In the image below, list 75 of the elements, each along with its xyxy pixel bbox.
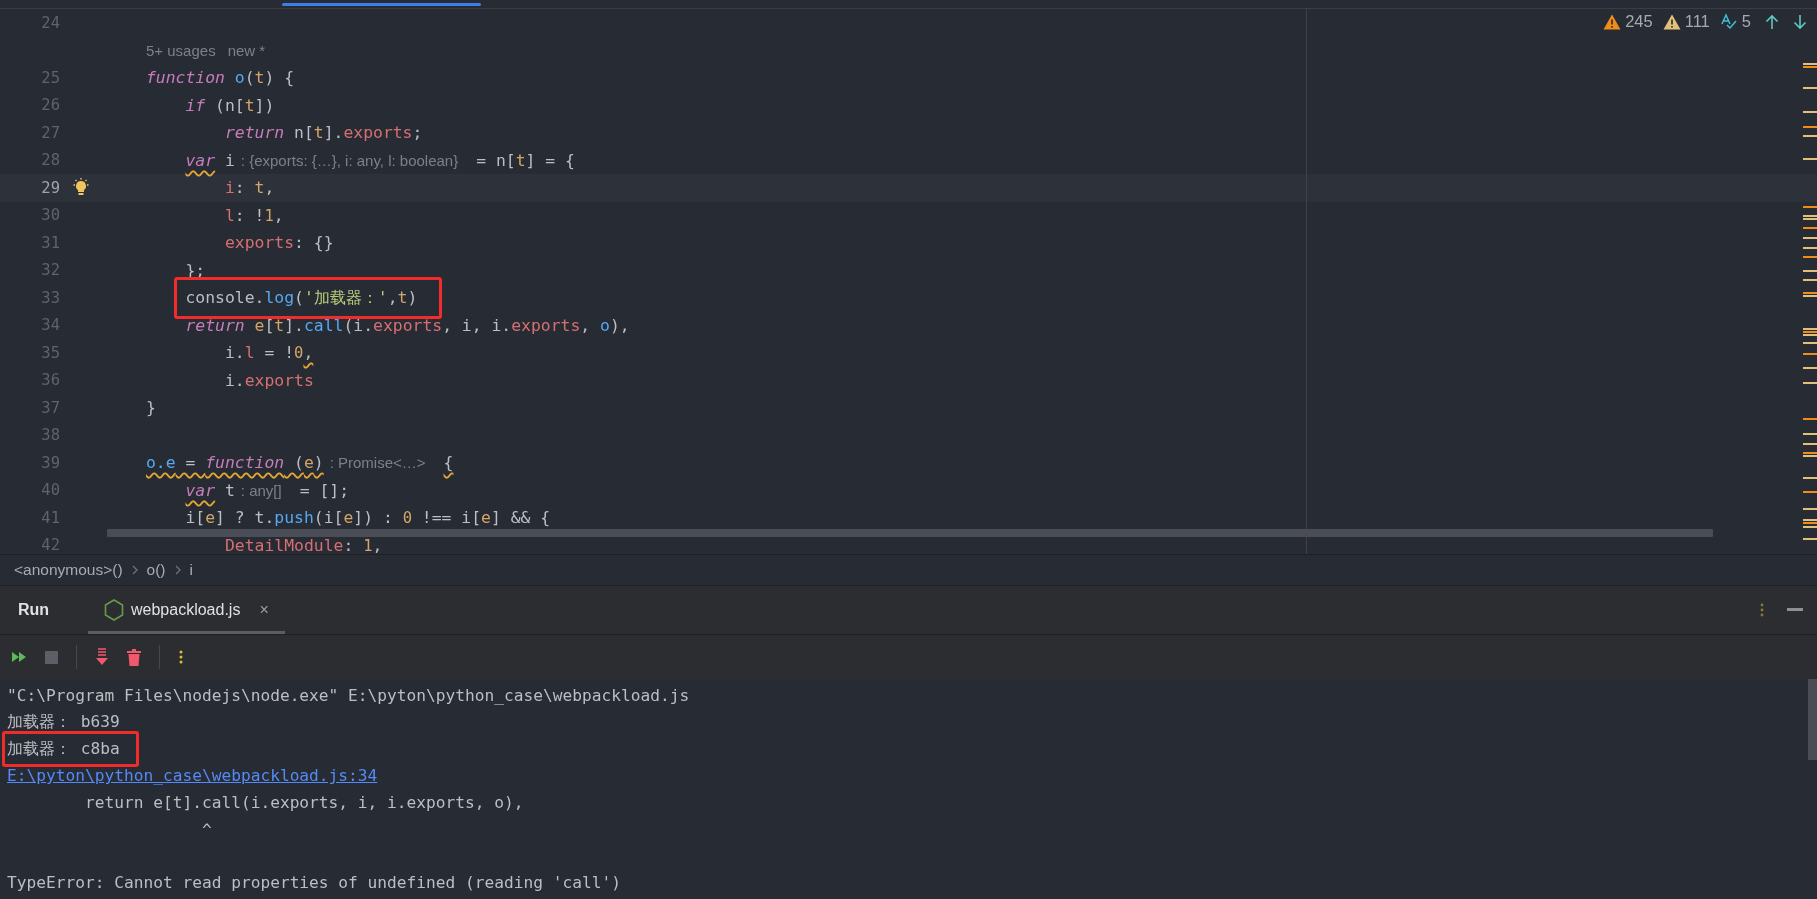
code-text: = []; — [299, 480, 350, 500]
console-line: 加载器： c8ba — [7, 739, 120, 758]
minimize-icon[interactable] — [1787, 608, 1803, 612]
console-line: ^ — [200, 819, 212, 839]
code-text: i: t, — [224, 178, 275, 198]
code-text: l: !1, — [224, 205, 284, 225]
code-text: var i — [185, 150, 235, 170]
file-link[interactable]: E:\pyton\python_case\webpackload.js:34 — [7, 766, 378, 786]
inspection-counter[interactable]: 111 — [1662, 12, 1710, 31]
more-icon[interactable] — [1759, 602, 1765, 618]
inlay-hint: : {exports: {…}, i: any, l: boolean} — [240, 151, 459, 169]
line-number: 28 — [40, 151, 60, 170]
rerun-icon[interactable] — [11, 651, 27, 663]
code-text: i.exports — [224, 370, 314, 390]
line-number: 34 — [40, 316, 60, 335]
code-text: console.log('加载器：',t) — [185, 286, 418, 309]
line-number: 42 — [40, 536, 60, 554]
arrow-up-icon[interactable] — [1765, 13, 1779, 30]
line-number: 36 — [40, 371, 60, 390]
line-number: 32 — [40, 261, 60, 280]
inspection-counter[interactable]: 245 — [1603, 12, 1653, 31]
warning-icon — [1603, 13, 1622, 30]
code-text: = n[t] = { — [476, 150, 575, 170]
console-line: 加载器： b639 — [7, 711, 120, 734]
chevron-icon — [130, 564, 139, 576]
lightbulb-icon[interactable] — [72, 177, 90, 198]
console-line: TypeError: Cannot read properties of undefined (reading 'call') — [7, 873, 621, 893]
console-line: return e[t].call(i.exports, i, i.exports, o), — [83, 793, 524, 813]
line-number: 26 — [40, 96, 60, 115]
line-number: 24 — [40, 13, 60, 32]
line-number: 30 — [40, 206, 60, 225]
code-text: DetailModule: 1, — [224, 535, 383, 554]
code-text: var t — [185, 480, 235, 500]
arrow-down-icon[interactable] — [1793, 13, 1807, 30]
scrollbar[interactable] — [1808, 679, 1817, 760]
code-text: function o(t) { — [146, 68, 295, 88]
breadcrumb[interactable]: i — [189, 561, 193, 579]
code-text: i[e] ? t.push(i[e]) : 0 !== i[e] && { — [185, 508, 551, 528]
inlay-hint: : any[] — [240, 481, 282, 499]
inspection-counter[interactable]: 5 — [1719, 12, 1751, 31]
usages-hint[interactable]: 5+ usages — [146, 41, 216, 59]
line-number: 41 — [40, 508, 60, 527]
inlay-hint: : Promise<…> — [329, 454, 426, 472]
code-text: return n[t].exports; — [224, 123, 423, 143]
trash-icon[interactable] — [127, 648, 141, 666]
line-number: 40 — [40, 481, 60, 500]
code-text: o.e = function (e) — [146, 453, 324, 473]
chevron-icon — [173, 564, 182, 576]
panel-title: Run — [18, 601, 51, 619]
more-icon[interactable] — [178, 649, 184, 665]
close-button[interactable]: × — [259, 601, 269, 619]
code-text: } — [146, 398, 156, 418]
warning-icon — [1662, 13, 1681, 30]
line-number: 25 — [40, 68, 60, 87]
scroll-to-end-icon[interactable] — [95, 648, 109, 666]
hexagon-icon — [104, 599, 124, 621]
code-text: { — [443, 453, 454, 473]
code-text: exports: {} — [224, 233, 334, 253]
console-line: "C:\Program Files\nodejs\node.exe" E:\pyton\python_case\webpackload.js — [7, 685, 690, 705]
line-number: 27 — [40, 123, 60, 142]
line-number: 35 — [40, 343, 60, 362]
scrollbar[interactable] — [107, 529, 1713, 537]
breadcrumb[interactable]: o() — [146, 561, 166, 579]
code-text: i.l = !0, — [224, 343, 314, 363]
breadcrumb[interactable]: <anonymous>() — [14, 561, 123, 579]
line-number: 38 — [40, 426, 60, 445]
line-number: 33 — [40, 288, 60, 307]
line-number: 39 — [40, 453, 60, 472]
line-number: 29 — [40, 178, 60, 197]
usages-hint[interactable]: new * — [227, 41, 266, 59]
code-text: return e[t].call(i.exports, i, i.exports, o), — [185, 315, 630, 335]
line-number: 31 — [40, 233, 60, 252]
code-text: if (n[t]) — [185, 95, 275, 115]
spellcheck-icon — [1719, 12, 1738, 31]
line-number: 37 — [40, 398, 60, 417]
